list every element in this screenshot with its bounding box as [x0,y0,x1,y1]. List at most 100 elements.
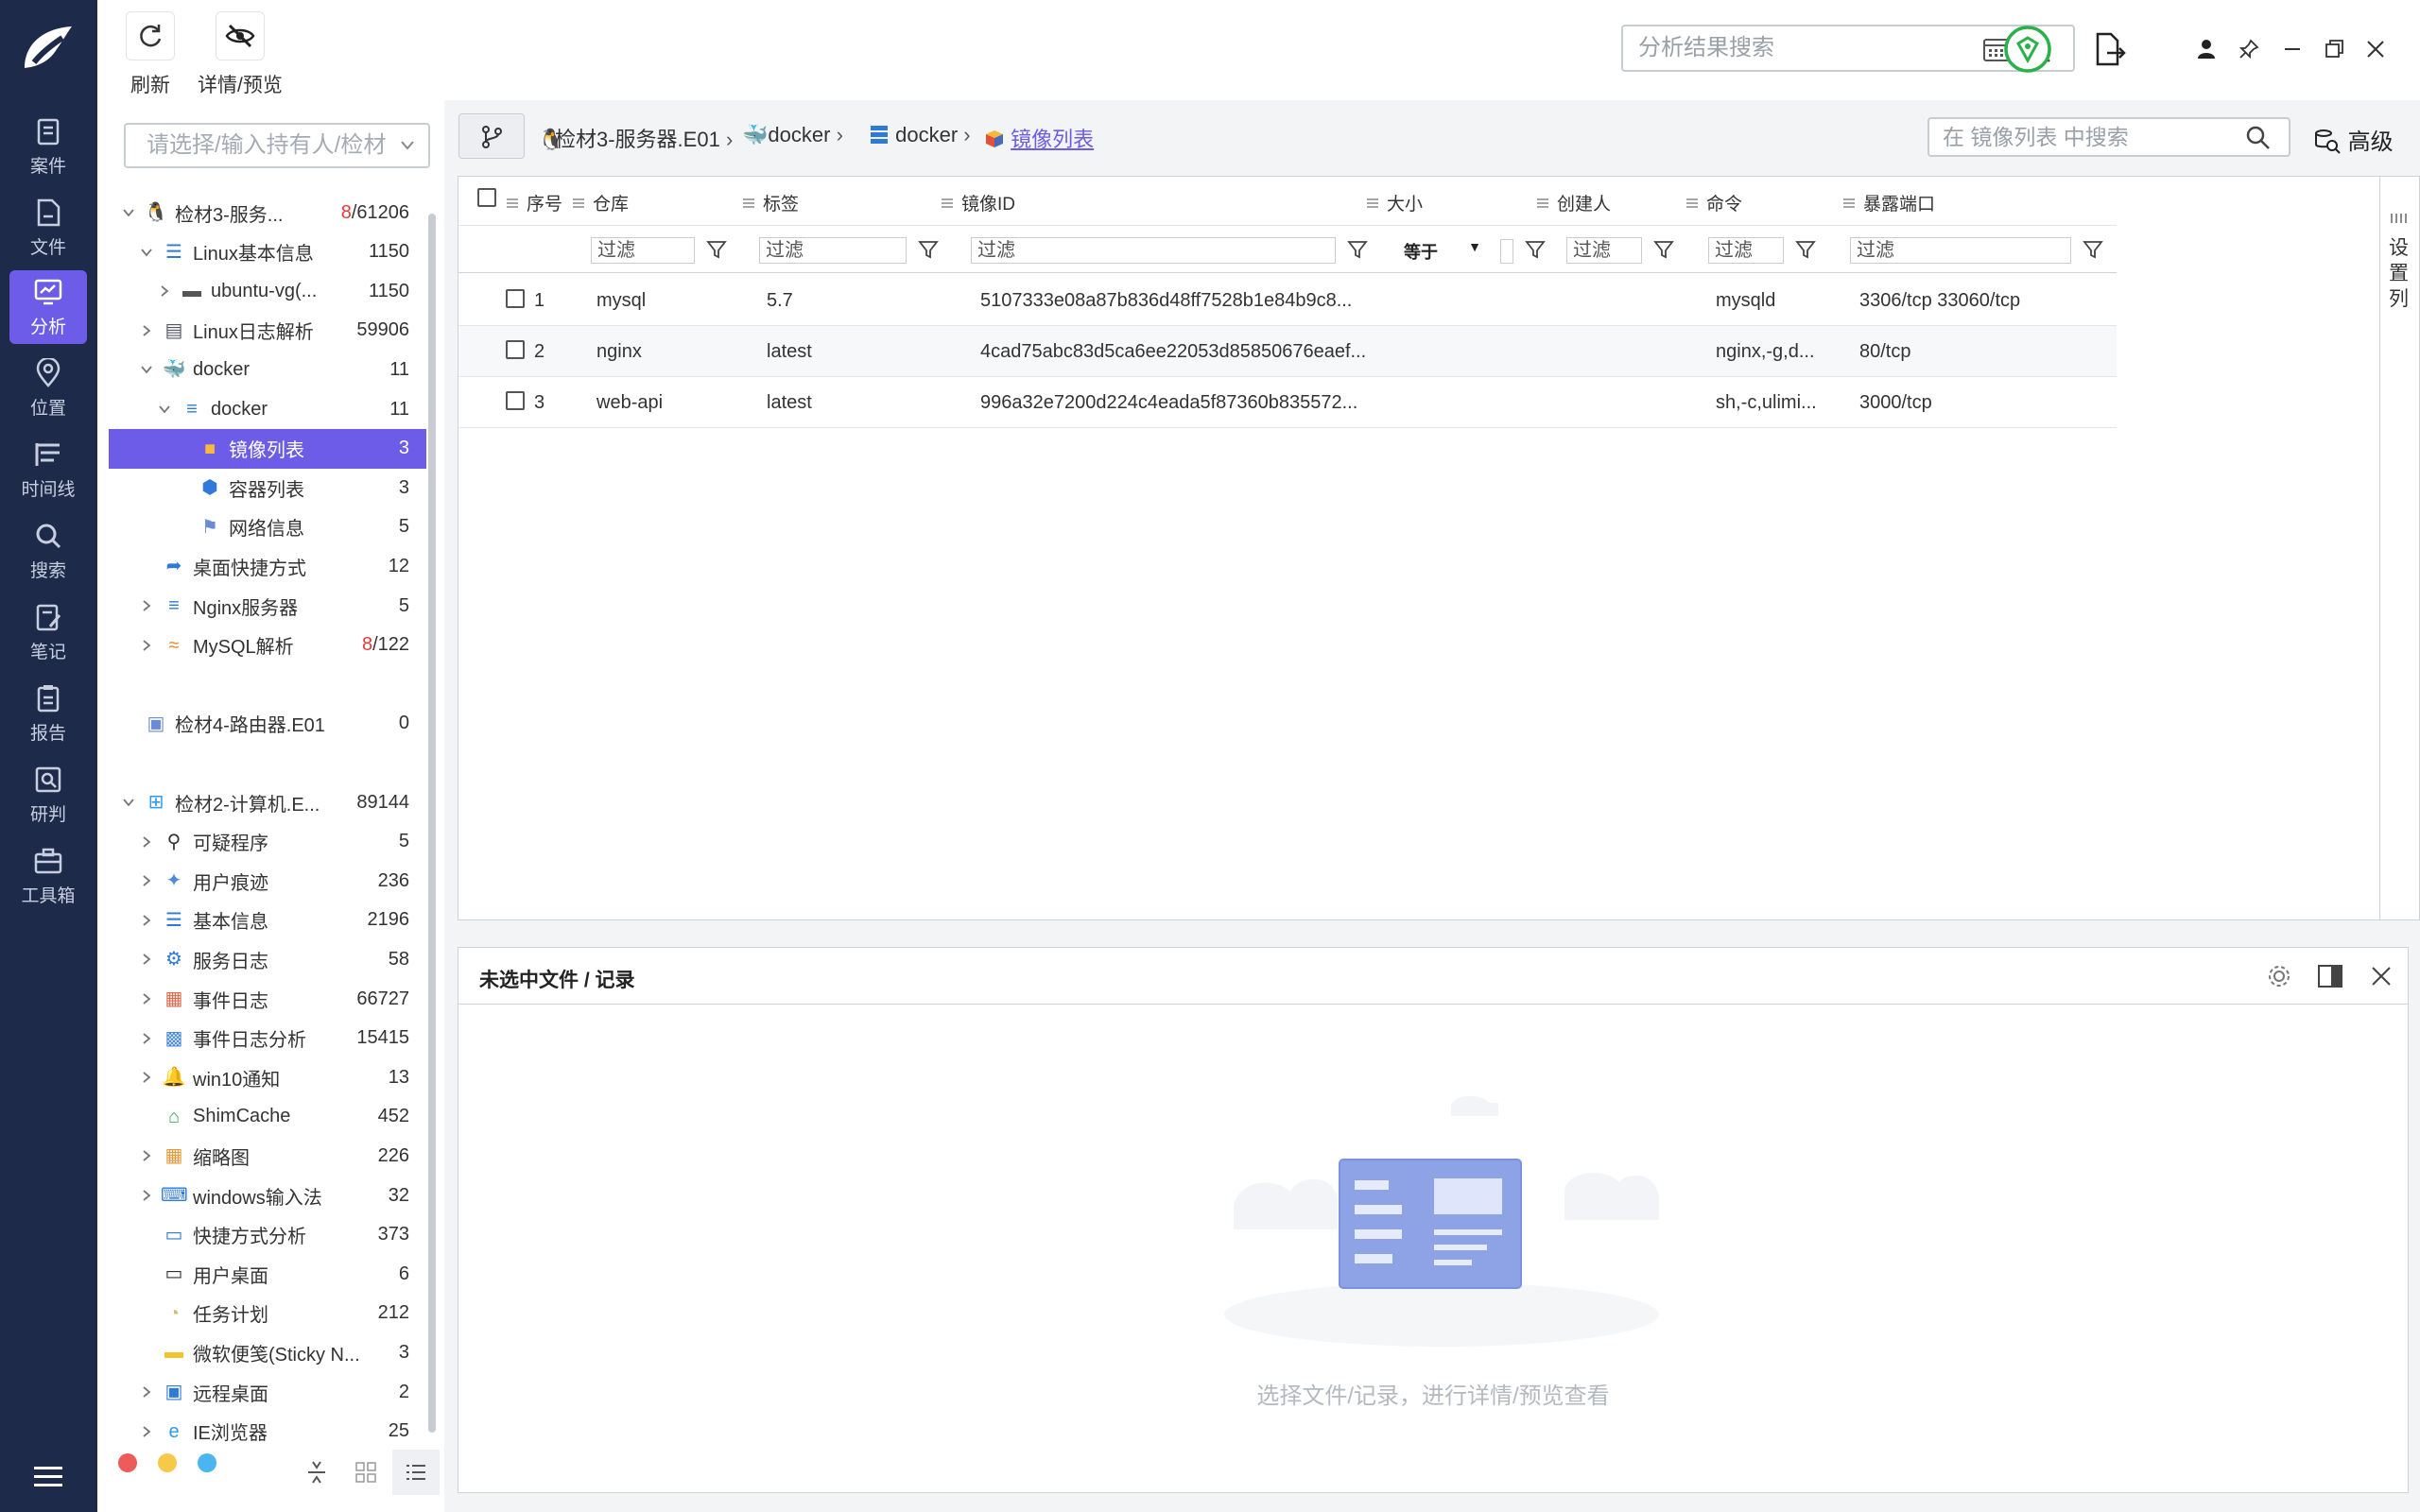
close-window-icon[interactable] [2364,38,2387,60]
branch-button[interactable] [458,113,525,159]
tree-node[interactable]: ≡ docker 11 [109,389,426,429]
set-columns-button[interactable]: 设置列 [2380,176,2420,920]
size-filter-operator[interactable]: 等于 ▼ [1404,239,1495,264]
tree-node[interactable]: ✦ 用户痕迹 236 [109,861,426,901]
breadcrumb-item[interactable]: 🐧检材3-服务器.E01 › [538,123,733,153]
gear-icon[interactable] [2266,963,2292,989]
column-header[interactable]: 命令 [1685,190,1742,215]
breadcrumb-item[interactable]: docker › [869,123,971,147]
column-filter-input[interactable]: 过滤 [1850,237,2071,264]
chevron-right-icon[interactable] [140,953,153,966]
column-header[interactable]: 序号 [506,190,562,215]
evidence-holder-select[interactable]: 请选择/输入持有人/检材 [124,123,430,168]
chevron-right-icon[interactable] [140,1071,153,1084]
column-header[interactable]: 暴露端口 [1842,190,1935,215]
chevron-right-icon[interactable] [140,324,153,337]
row-checkbox[interactable] [506,340,525,359]
tree-node[interactable]: ⌂ ShimCache 452 [109,1097,426,1137]
chevron-right-icon[interactable] [140,599,153,612]
column-filter-input[interactable]: 过滤 [971,237,1336,264]
minimize-icon[interactable] [2281,38,2304,60]
row-checkbox[interactable] [506,289,525,308]
tree-node[interactable]: ▬ 微软便笺(Sticky N... 3 [109,1332,426,1372]
grid-view-icon[interactable] [354,1461,377,1484]
restore-icon[interactable] [2323,38,2345,60]
nav-search[interactable]: 搜索 [9,514,87,588]
column-filter-input[interactable]: 过滤 [591,237,695,264]
split-panel-icon[interactable] [2317,963,2343,989]
filter-icon[interactable] [1653,239,1674,260]
chevron-right-icon[interactable] [140,1032,153,1045]
tree-node[interactable]: ⚑ 网络信息 5 [109,507,426,547]
nav-case[interactable]: 案件 [9,110,87,183]
chevron-down-icon[interactable] [140,246,153,259]
tree-node[interactable]: ➦ 桌面快捷方式 12 [109,546,426,586]
yellow-dot[interactable] [158,1453,177,1472]
tree-node[interactable]: ◔ 任务计划 212 [109,1294,426,1333]
pin-icon[interactable] [2238,38,2260,60]
chevron-down-icon[interactable] [122,206,135,219]
tree-node[interactable]: ▣ 远程桌面 2 [109,1372,426,1412]
tree-node[interactable]: ⌨ windows输入法 32 [109,1176,426,1215]
tree-node[interactable]: ☰ Linux基本信息 1150 [109,232,426,272]
table-row[interactable]: 3 web-api latest 996a32e7200d224c4eada5f873… [458,377,2117,428]
filter-icon[interactable] [1347,239,1368,260]
tree-node[interactable]: 🐳 docker 11 [109,350,426,389]
tree-node[interactable]: 🐧 检材3-服务... 8/61206 [109,193,426,232]
nav-timeline[interactable]: 时间线 [9,433,87,507]
tree-node[interactable]: ⊞ 检材2-计算机.E... 89144 [109,782,426,822]
tree-node[interactable]: ▦ 事件日志 66727 [109,979,426,1019]
export-file-icon[interactable] [2094,32,2126,66]
column-filter-input[interactable]: 过滤 [759,237,907,264]
chevron-right-icon[interactable] [140,992,153,1005]
tree-node[interactable]: ▣ 检材4-路由器.E01 0 [109,704,426,744]
refresh-button[interactable]: 刷新 [126,11,175,98]
tree-node[interactable]: ≈ MySQL解析 8/122 [109,626,426,665]
chevron-right-icon[interactable] [140,1385,153,1399]
chevron-right-icon[interactable] [140,874,153,887]
tree-node[interactable]: ▩ 事件日志分析 15415 [109,1019,426,1058]
analysis-search-input[interactable] [1623,26,1973,70]
tree-node[interactable]: ⬢ 容器列表 3 [109,468,426,507]
column-header[interactable]: 仓库 [572,190,629,215]
red-dot[interactable] [118,1453,137,1472]
column-filter-input[interactable]: 过滤 [1566,237,1642,264]
chevron-down-icon[interactable] [122,796,135,809]
filter-icon[interactable] [706,239,727,260]
column-filter-input[interactable]: 过滤 [1708,237,1784,264]
filter-icon[interactable] [1525,239,1546,260]
table-row[interactable]: 1 mysql 5.7 5107333e08a87b836d48ff7528b1e84… [458,275,2117,326]
advanced-search-button[interactable]: 高级 [2313,123,2394,156]
tree-node[interactable]: ⚲ 可疑程序 5 [109,822,426,862]
chevron-right-icon[interactable] [158,284,171,298]
column-header[interactable]: 镜像ID [941,190,1015,215]
tree-node[interactable]: ☰ 基本信息 2196 [109,901,426,940]
tree-node[interactable]: ⚙ 服务日志 58 [109,939,426,979]
chevron-right-icon[interactable] [140,835,153,849]
list-search-input[interactable] [1929,119,2232,155]
select-all-checkbox[interactable] [477,188,496,207]
tree-node[interactable]: ▭ 用户桌面 6 [109,1254,426,1294]
chevron-right-icon[interactable] [140,639,153,652]
chevron-down-icon[interactable] [140,363,153,376]
chevron-right-icon[interactable] [140,1425,153,1438]
chevron-down-icon[interactable] [158,403,171,416]
tree-scrollbar[interactable] [428,214,436,1433]
tree-node[interactable]: ▬ ubuntu-vg(... 1150 [109,271,426,311]
tree-node[interactable]: ■ 镜像列表 3 [109,428,426,469]
tree-node[interactable]: ▤ Linux日志解析 59906 [109,311,426,351]
filter-icon[interactable] [918,239,939,260]
user-icon[interactable] [2196,38,2217,60]
tree-node[interactable]: 🔔 win10通知 13 [109,1057,426,1097]
hamburger-menu-icon[interactable] [30,1463,66,1491]
search-icon[interactable] [2245,125,2272,151]
tree-node[interactable]: ▭ 快捷方式分析 373 [109,1215,426,1255]
detail-preview-button[interactable]: 详情/预览 [198,11,283,98]
close-icon[interactable] [2370,965,2393,988]
chevron-right-icon[interactable] [140,1149,153,1162]
blue-dot[interactable] [198,1453,216,1472]
nav-analysis[interactable]: 分析 [9,270,87,344]
tree-node[interactable]: ≡ Nginx服务器 5 [109,586,426,626]
nav-toolbox[interactable]: 工具箱 [9,839,87,913]
column-header[interactable]: 标签 [742,190,799,215]
